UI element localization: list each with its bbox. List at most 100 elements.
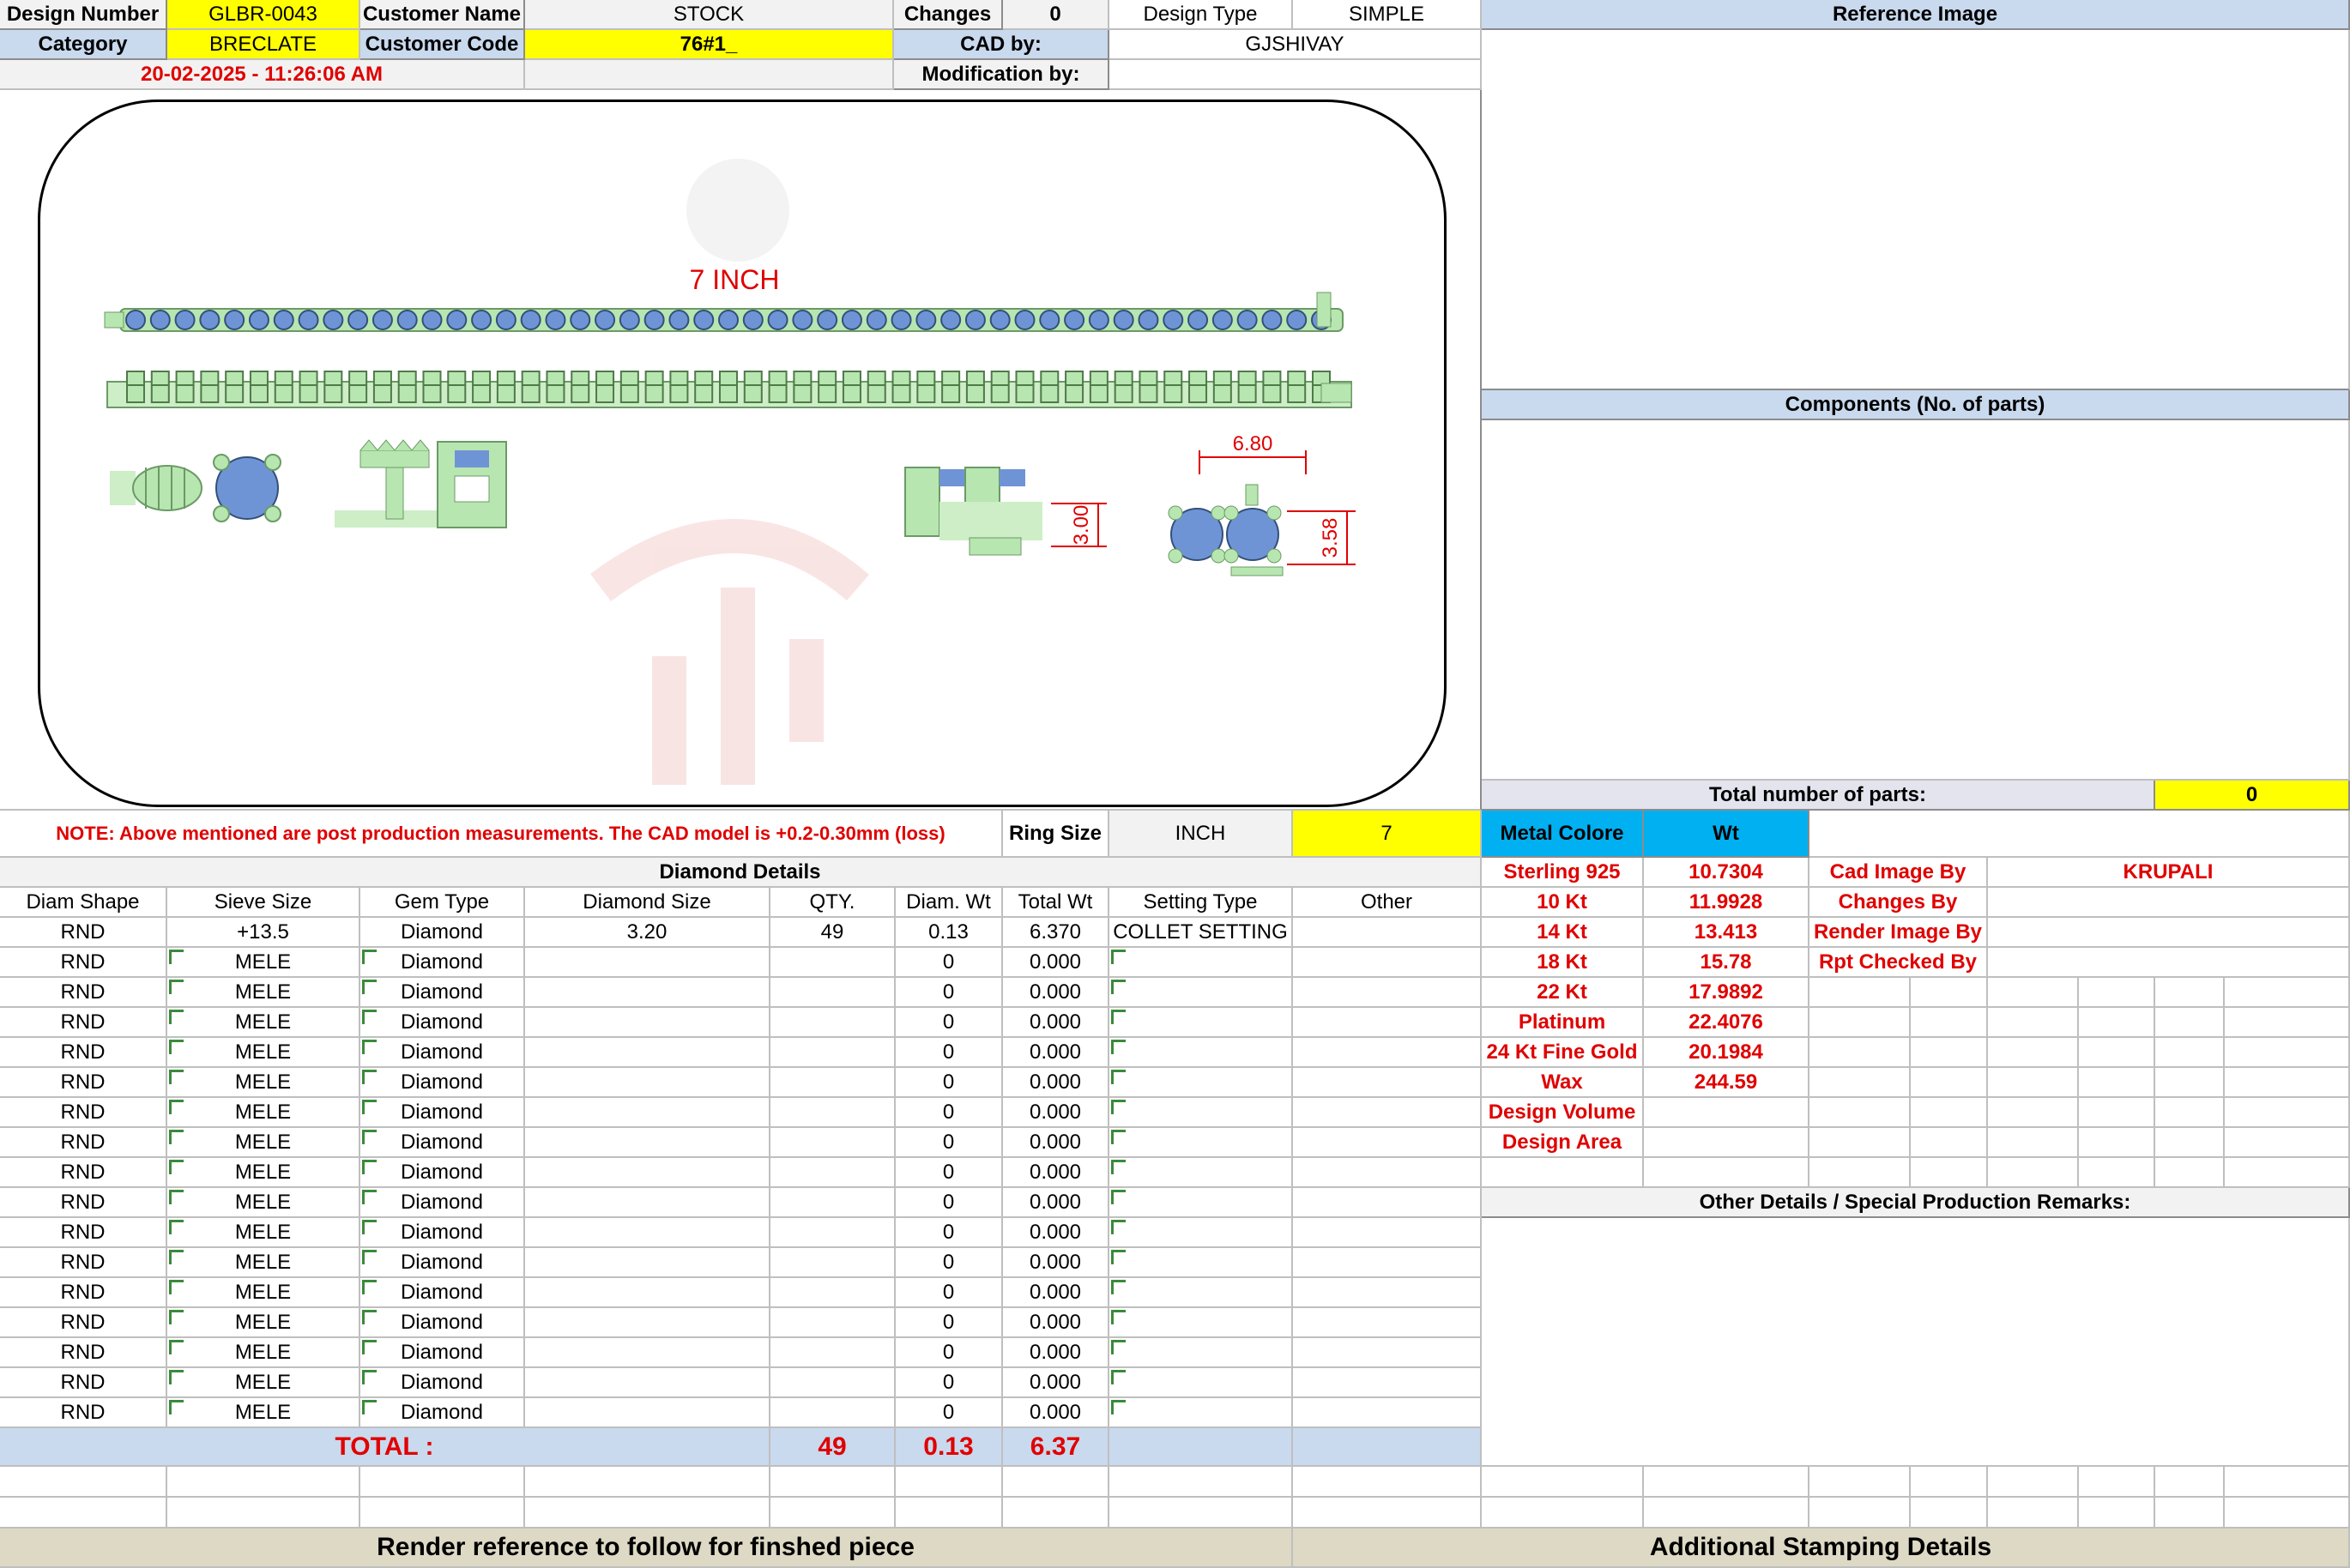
cell-sieve-size[interactable]: MELE — [167, 1368, 360, 1398]
cell-sieve-size[interactable]: MELE — [167, 1008, 360, 1038]
cell-diam-wt[interactable]: 0 — [896, 1338, 1003, 1368]
cell-gem-type[interactable]: Diamond — [360, 948, 525, 978]
customer-name-value[interactable]: STOCK — [525, 0, 894, 30]
cell-gem-type[interactable]: Diamond — [360, 1068, 525, 1098]
cell-qty[interactable] — [770, 1308, 896, 1338]
cell-other[interactable] — [1293, 1008, 1482, 1038]
blank-cell[interactable] — [1809, 1158, 1911, 1188]
cell-diamond-size[interactable] — [525, 948, 770, 978]
blank-cell[interactable] — [1911, 1008, 1988, 1038]
blank-cell[interactable] — [2079, 1098, 2155, 1128]
blank-cell[interactable] — [1911, 978, 1988, 1008]
blank-cell[interactable] — [1482, 1158, 1644, 1188]
cell-gem-type[interactable]: Diamond — [360, 1368, 525, 1398]
blank-cell[interactable] — [2079, 1068, 2155, 1098]
cell-setting-type[interactable] — [1109, 948, 1293, 978]
metal-weight[interactable]: 10.7304 — [1644, 858, 1809, 888]
cell-diam-wt[interactable]: 0 — [896, 948, 1003, 978]
cell-qty[interactable] — [770, 1188, 896, 1218]
cell-other[interactable] — [1293, 1158, 1482, 1188]
cell-setting-type[interactable] — [1109, 1218, 1293, 1248]
metal-weight[interactable]: 22.4076 — [1644, 1008, 1809, 1038]
blank-cell[interactable] — [2225, 1498, 2350, 1529]
blank-cell[interactable] — [1988, 1498, 2079, 1529]
cell-qty[interactable] — [770, 1218, 896, 1248]
cell-setting-type[interactable] — [1109, 1398, 1293, 1428]
cell-gem-type[interactable]: Diamond — [360, 1128, 525, 1158]
cell-diam-wt[interactable]: 0 — [896, 1308, 1003, 1338]
cell-diam-wt[interactable]: 0 — [896, 978, 1003, 1008]
blank-cell[interactable] — [525, 1498, 770, 1529]
cell-setting-type[interactable] — [1109, 1188, 1293, 1218]
blank-cell[interactable] — [2225, 1128, 2350, 1158]
cell-diamond-size[interactable] — [525, 1068, 770, 1098]
cell-setting-type[interactable] — [1109, 1098, 1293, 1128]
credit-value[interactable] — [1988, 948, 2350, 978]
blank-cell[interactable] — [1003, 1467, 1109, 1498]
blank-cell[interactable] — [1911, 1158, 1988, 1188]
cell-gem-type[interactable]: Diamond — [360, 978, 525, 1008]
cell-other[interactable] — [1293, 1398, 1482, 1428]
cell-sieve-size[interactable]: MELE — [167, 1068, 360, 1098]
cell-setting-type[interactable] — [1109, 1008, 1293, 1038]
blank-cell[interactable] — [360, 1498, 525, 1529]
blank-cell[interactable] — [1809, 1008, 1911, 1038]
credit-value[interactable] — [1988, 888, 2350, 918]
cell-sieve-size[interactable]: MELE — [167, 1398, 360, 1428]
blank-cell[interactable] — [1988, 1098, 2079, 1128]
cell-diamond-size[interactable]: 3.20 — [525, 918, 770, 948]
blank-cell[interactable] — [2079, 1467, 2155, 1498]
blank-cell[interactable] — [1911, 1128, 1988, 1158]
cell-total-wt[interactable]: 0.000 — [1003, 1128, 1109, 1158]
cell-total-wt[interactable]: 0.000 — [1003, 1068, 1109, 1098]
cell-setting-type[interactable] — [1109, 1368, 1293, 1398]
cell-other[interactable] — [1293, 1128, 1482, 1158]
cell-gem-type[interactable]: Diamond — [360, 1338, 525, 1368]
cell-gem-type[interactable]: Diamond — [360, 918, 525, 948]
cell-qty[interactable] — [770, 978, 896, 1008]
cell-total-wt[interactable]: 6.370 — [1003, 918, 1109, 948]
cell-other[interactable] — [1293, 1248, 1482, 1278]
cell-diam-shape[interactable]: RND — [0, 1188, 167, 1218]
cell-diamond-size[interactable] — [525, 1338, 770, 1368]
cell-total-wt[interactable]: 0.000 — [1003, 1248, 1109, 1278]
blank-cell[interactable] — [1003, 1498, 1109, 1529]
cell-diam-shape[interactable]: RND — [0, 1068, 167, 1098]
cell-sieve-size[interactable]: MELE — [167, 1248, 360, 1278]
cell-diam-wt[interactable]: 0 — [896, 1038, 1003, 1068]
blank-cell[interactable] — [1988, 1038, 2079, 1068]
cell-diam-shape[interactable]: RND — [0, 1128, 167, 1158]
cell-sieve-size[interactable]: MELE — [167, 1038, 360, 1068]
blank-cell[interactable] — [1293, 1498, 1482, 1529]
blank-cell[interactable] — [1988, 1158, 2079, 1188]
metal-weight[interactable] — [1644, 1128, 1809, 1158]
ring-size-unit[interactable]: INCH — [1109, 811, 1293, 858]
blank-cell[interactable] — [2079, 1498, 2155, 1529]
blank-cell[interactable] — [1109, 1467, 1293, 1498]
cell-gem-type[interactable]: Diamond — [360, 1248, 525, 1278]
metal-weight[interactable]: 13.413 — [1644, 918, 1809, 948]
cell-gem-type[interactable]: Diamond — [360, 1038, 525, 1068]
metal-weight[interactable]: 17.9892 — [1644, 978, 1809, 1008]
blank-cell[interactable] — [896, 1498, 1003, 1529]
cell-sieve-size[interactable]: +13.5 — [167, 918, 360, 948]
cell-diam-wt[interactable]: 0 — [896, 1128, 1003, 1158]
cell-other[interactable] — [1293, 1188, 1482, 1218]
cell-diam-wt[interactable]: 0 — [896, 1068, 1003, 1098]
blank-cell[interactable] — [1988, 1467, 2079, 1498]
cell-qty[interactable] — [770, 1368, 896, 1398]
cell-setting-type[interactable]: COLLET SETTING — [1109, 918, 1293, 948]
cell-diamond-size[interactable] — [525, 1248, 770, 1278]
category-value[interactable]: BRECLATE — [167, 30, 360, 60]
changes-value[interactable]: 0 — [1003, 0, 1109, 30]
cell-setting-type[interactable] — [1109, 1068, 1293, 1098]
cell-qty[interactable] — [770, 1158, 896, 1188]
blank-cell[interactable] — [2225, 1068, 2350, 1098]
blank-cell[interactable] — [770, 1467, 896, 1498]
cell-total-wt[interactable]: 0.000 — [1003, 1278, 1109, 1308]
cell-diam-wt[interactable]: 0 — [896, 1158, 1003, 1188]
blank-cell[interactable] — [1809, 1068, 1911, 1098]
cell-setting-type[interactable] — [1109, 978, 1293, 1008]
customer-code-value[interactable]: 76#1_ — [525, 30, 894, 60]
modification-by-value[interactable] — [1109, 60, 1482, 90]
